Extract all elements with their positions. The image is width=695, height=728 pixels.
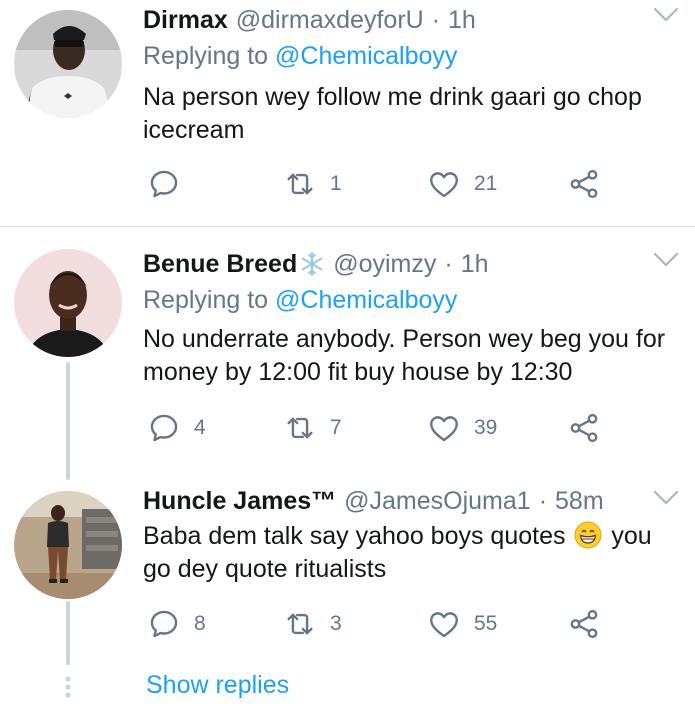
reply-icon [147,167,181,201]
tweet-actions: 8 3 55 [147,604,617,644]
chevron-down-icon[interactable] [653,489,679,507]
tweet-text-part: Baba dem talk say yahoo boys quotes [143,522,566,550]
retweet-count: 3 [330,612,342,635]
separator-dot: · [444,249,453,278]
retweet-button[interactable]: 7 [283,408,342,448]
share-icon [567,607,601,641]
display-name[interactable]: Huncle James™ [143,487,336,516]
tweet-header: Dirmax @dirmaxdeyforU · 1h [143,2,675,38]
like-button[interactable]: 55 [427,604,497,644]
retweet-count: 1 [330,172,342,195]
tweet-header: Benue Breed @oyimzy · 1h [143,246,675,282]
reply-button[interactable] [147,164,194,204]
mention-link[interactable]: @Chemicalboyy [275,286,457,314]
timestamp[interactable]: 58m [555,487,604,516]
heart-icon [427,411,461,445]
tweet-actions: 4 7 39 [147,408,617,448]
tweet-text: Na person wey follow me drink gaari go c… [143,83,642,144]
timestamp[interactable]: 1h [461,250,489,279]
like-button[interactable]: 21 [427,164,497,204]
avatar[interactable] [14,249,122,357]
replying-to: Replying to @Chemicalboyy [143,286,457,315]
tweet-actions: 1 21 [147,164,617,204]
replying-to-label: Replying to [143,42,269,70]
retweet-icon [283,607,317,641]
like-count: 39 [474,416,498,439]
retweet-button[interactable]: 3 [283,604,342,644]
grinning-face-icon [574,521,602,549]
tweet-huncle-james[interactable]: Huncle James™ @JamesOjuma1 · 58m Baba de… [0,470,695,670]
share-button[interactable] [567,604,601,644]
mention-link[interactable]: @Chemicalboyy [275,42,457,70]
like-count: 21 [474,172,498,195]
display-name[interactable]: Dirmax [143,6,228,35]
chevron-down-icon[interactable] [653,6,679,24]
replying-to: Replying to @Chemicalboyy [143,42,457,71]
retweet-button[interactable]: 1 [283,164,342,204]
display-name[interactable]: Benue Breed [143,250,297,279]
share-button[interactable] [567,164,601,204]
replying-to-label: Replying to [143,286,269,314]
handle[interactable]: @oyimzy [333,250,436,279]
thread-dots-icon [65,676,71,698]
share-icon [567,167,601,201]
avatar[interactable] [14,10,122,118]
chevron-down-icon[interactable] [653,251,679,269]
reply-button[interactable]: 8 [147,604,206,644]
tweet-text: No underrate anybody. Person wey beg you… [143,325,666,386]
thread-connector [66,601,70,665]
heart-icon [427,607,461,641]
reply-count: 8 [194,612,206,635]
handle[interactable]: @JamesOjuma1 [344,487,531,516]
handle[interactable]: @dirmaxdeyforU [236,6,424,35]
retweet-icon [283,411,317,445]
tweet-text: Baba dem talk say yahoo boys quotes you … [143,520,681,586]
tweet-dirmax[interactable]: Dirmax @dirmaxdeyforU · 1h Replying to @… [0,0,695,226]
separator-dot: · [431,5,441,34]
show-replies-link[interactable]: Show replies [146,671,289,700]
retweet-icon [283,167,317,201]
reply-icon [147,607,181,641]
tweet-header: Huncle James™ @JamesOjuma1 · 58m [143,483,675,519]
thread-connector [66,362,70,480]
reply-icon [147,411,181,445]
avatar[interactable] [14,491,122,599]
share-button[interactable] [567,408,601,448]
retweet-count: 7 [330,416,342,439]
reply-count: 4 [194,416,206,439]
heart-icon [427,167,461,201]
tweet-benue-breed[interactable]: Benue Breed @oyimzy · 1h Replying to @Ch… [0,227,695,467]
snowflake-icon [301,252,323,276]
reply-button[interactable]: 4 [147,408,206,448]
like-count: 55 [474,612,498,635]
separator-dot: · [538,486,548,515]
like-button[interactable]: 39 [427,408,497,448]
timestamp[interactable]: 1h [448,6,476,35]
share-icon [567,411,601,445]
